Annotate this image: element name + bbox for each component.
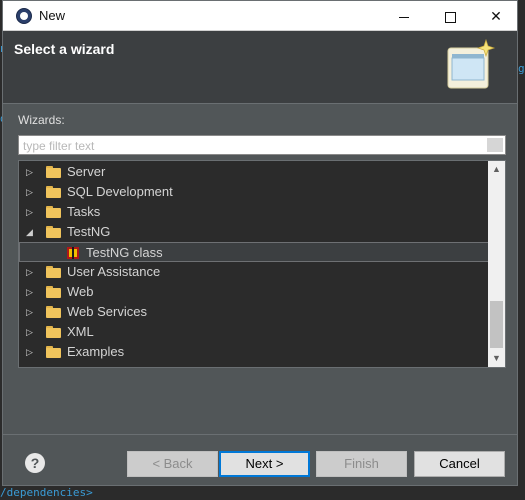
minimize-icon [399,16,409,18]
tree-item-testng[interactable]: ◢ TestNG [19,222,489,242]
tree-item-label: XML [67,324,94,339]
footer-separator [3,434,517,435]
maximize-icon [444,11,456,23]
maximize-button[interactable] [427,1,473,31]
collapse-arrow-icon[interactable]: ◢ [26,226,36,238]
eclipse-icon [16,8,32,24]
scrollbar-thumb[interactable] [490,301,503,348]
tree-item-label: SQL Development [67,184,173,199]
folder-icon [46,306,61,318]
page-title: Select a wizard [14,41,115,57]
cancel-button[interactable]: Cancel [414,451,505,477]
tree-item-label: User Assistance [67,264,161,279]
expand-arrow-icon[interactable]: ▷ [26,266,36,278]
finish-button[interactable]: Finish [316,451,407,477]
folder-icon [46,186,61,198]
expand-arrow-icon[interactable]: ▷ [26,206,36,218]
expand-arrow-icon[interactable]: ▷ [26,166,36,178]
close-button[interactable]: ✕ [473,1,519,31]
minimize-button[interactable] [381,1,427,31]
new-wizard-icon [447,38,496,89]
testng-icon [67,247,79,259]
expand-arrow-icon[interactable]: ▷ [26,346,36,358]
folder-icon [46,166,61,178]
expand-arrow-icon[interactable]: ▷ [26,306,36,318]
tree-item-web-services[interactable]: ▷ Web Services [19,302,489,322]
tree-item-label: TestNG class [86,245,163,260]
background-text-fragment: g [518,62,525,75]
tree-item-web[interactable]: ▷ Web [19,282,489,302]
tree-item-sql-development[interactable]: ▷ SQL Development [19,182,489,202]
wizard-header: Select a wizard [3,31,517,103]
tree-item-examples[interactable]: ▷ Examples [19,342,489,362]
header-separator [3,103,517,104]
wizard-tree[interactable]: ▷ Server ▷ SQL Development ▷ Tasks ◢ Tes… [18,160,506,368]
scroll-down-icon[interactable]: ▼ [488,350,505,367]
background-text-fragment: /dependencies> [0,486,93,499]
tree-item-label: Tasks [67,204,101,219]
folder-icon [46,266,61,278]
folder-icon [46,206,61,218]
new-wizard-dialog: New ✕ Select a wizard Wizards: ▷ Server … [2,0,518,486]
tree-item-tasks[interactable]: ▷ Tasks [19,202,489,222]
next-button[interactable]: Next > [219,451,310,477]
tree-item-user-assistance[interactable]: ▷ User Assistance [19,262,489,282]
tree-item-label: TestNG [67,224,111,239]
help-icon[interactable]: ? [25,453,45,473]
folder-icon [46,286,61,298]
folder-icon [46,346,61,358]
tree-item-label: Server [67,164,106,179]
tree-item-testng-class[interactable]: TestNG class [19,242,489,262]
wizards-label: Wizards: [18,113,65,127]
tree-item-label: Web Services [67,304,147,319]
tree-item-server[interactable]: ▷ Server [19,162,489,182]
tree-scrollbar[interactable]: ▲ ▼ [488,161,505,367]
expand-arrow-icon[interactable]: ▷ [26,286,36,298]
folder-icon [46,326,61,338]
tree-item-label: Web [67,284,94,299]
folder-open-icon [46,226,61,238]
expand-arrow-icon[interactable]: ▷ [26,186,36,198]
scroll-up-icon[interactable]: ▲ [488,161,505,178]
tree-item-xml[interactable]: ▷ XML [19,322,489,342]
back-button[interactable]: < Back [127,451,218,477]
close-icon: ✕ [490,8,502,24]
expand-arrow-icon[interactable]: ▷ [26,326,36,338]
tree-item-label: Examples [67,344,125,359]
filter-input[interactable] [21,136,485,156]
clear-filter-button[interactable] [487,138,503,152]
filter-field[interactable] [18,135,506,156]
window-title: New [39,8,66,23]
title-bar[interactable]: New ✕ [3,1,517,31]
